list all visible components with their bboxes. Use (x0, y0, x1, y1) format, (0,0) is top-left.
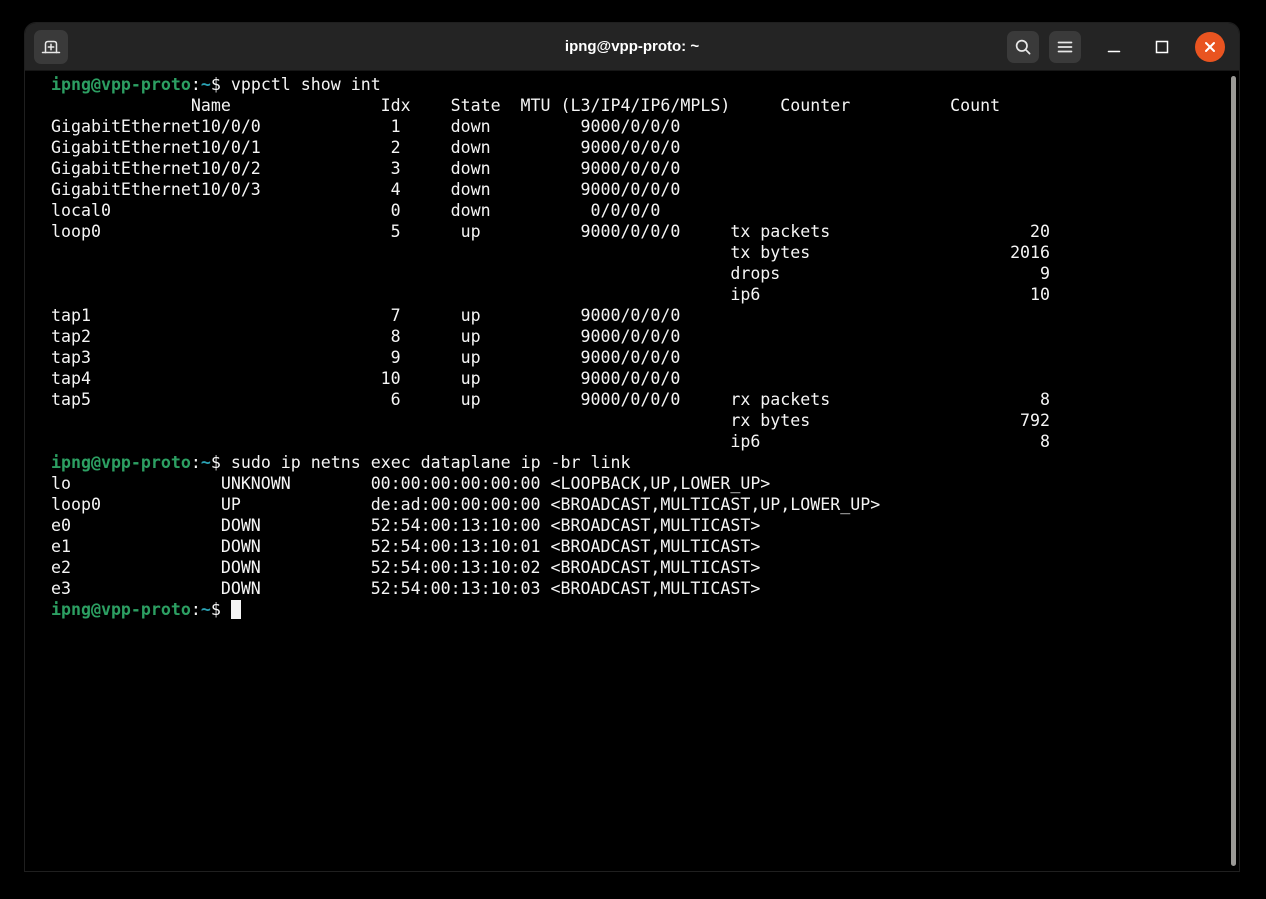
desktop-background: ipng@vpp-proto: ~ (0, 0, 1266, 899)
minimize-button[interactable] (1099, 32, 1129, 62)
terminal-text-segment: rx bytes 792 (51, 411, 1050, 430)
terminal-text-segment: ~ (201, 453, 211, 472)
terminal-text-segment: $ (211, 600, 231, 619)
terminal-line: rx bytes 792 (51, 410, 1239, 431)
terminal-line: GigabitEthernet10/0/3 4 down 9000/0/0/0 (51, 179, 1239, 200)
terminal-text-segment: Name Idx State MTU (L3/IP4/IP6/MPLS) Cou… (51, 96, 1000, 115)
terminal-line: loop0 UP de:ad:00:00:00:00 <BROADCAST,MU… (51, 494, 1239, 515)
terminal-line: e2 DOWN 52:54:00:13:10:02 <BROADCAST,MUL… (51, 557, 1239, 578)
terminal-text-segment: ipng@vpp-proto (51, 453, 191, 472)
terminal-text-segment: ip6 8 (51, 432, 1050, 451)
terminal-line: tap5 6 up 9000/0/0/0 rx packets 8 (51, 389, 1239, 410)
terminal-text-segment: loop0 UP de:ad:00:00:00:00 <BROADCAST,MU… (51, 495, 880, 514)
new-tab-button[interactable] (34, 30, 68, 64)
minimize-icon (1106, 39, 1122, 55)
terminal-line: GigabitEthernet10/0/1 2 down 9000/0/0/0 (51, 137, 1239, 158)
terminal-text-segment: vppctl show int (231, 75, 381, 94)
terminal-text-segment: tap3 9 up 9000/0/0/0 (51, 348, 680, 367)
terminal-text-segment: GigabitEthernet10/0/0 1 down 9000/0/0/0 (51, 117, 680, 136)
terminal-text-segment: GigabitEthernet10/0/1 2 down 9000/0/0/0 (51, 138, 680, 157)
terminal-text-segment: $ (211, 453, 231, 472)
terminal-window: ipng@vpp-proto: ~ (24, 22, 1240, 872)
terminal-text-segment: lo UNKNOWN 00:00:00:00:00:00 <LOOPBACK,U… (51, 474, 770, 493)
terminal-line: e3 DOWN 52:54:00:13:10:03 <BROADCAST,MUL… (51, 578, 1239, 599)
terminal-text-segment: tap5 6 up 9000/0/0/0 rx packets 8 (51, 390, 1050, 409)
terminal-text-segment: $ (211, 75, 231, 94)
terminal-text-segment: e2 DOWN 52:54:00:13:10:02 <BROADCAST,MUL… (51, 558, 760, 577)
terminal-line: loop0 5 up 9000/0/0/0 tx packets 20 (51, 221, 1239, 242)
search-button[interactable] (1007, 31, 1039, 63)
terminal-text-segment: ~ (201, 75, 211, 94)
terminal-text-segment: ~ (201, 600, 211, 619)
terminal-cursor (231, 600, 241, 619)
terminal-line: tap3 9 up 9000/0/0/0 (51, 347, 1239, 368)
terminal-line: ipng@vpp-proto:~$ sudo ip netns exec dat… (51, 452, 1239, 473)
terminal-line: GigabitEthernet10/0/2 3 down 9000/0/0/0 (51, 158, 1239, 179)
terminal-text-segment: drops 9 (51, 264, 1050, 283)
terminal-text-segment: ipng@vpp-proto (51, 75, 191, 94)
terminal-line: tap4 10 up 9000/0/0/0 (51, 368, 1239, 389)
maximize-button[interactable] (1147, 32, 1177, 62)
terminal-text-segment: sudo ip netns exec dataplane ip -br link (231, 453, 631, 472)
terminal-line: ip6 10 (51, 284, 1239, 305)
terminal-output: ipng@vpp-proto:~$ vppctl show int Name I… (25, 71, 1239, 620)
terminal-line: Name Idx State MTU (L3/IP4/IP6/MPLS) Cou… (51, 95, 1239, 116)
terminal-line: tap1 7 up 9000/0/0/0 (51, 305, 1239, 326)
terminal-text-segment: tx bytes 2016 (51, 243, 1050, 262)
terminal-text-segment: tap2 8 up 9000/0/0/0 (51, 327, 680, 346)
terminal-text-segment: : (191, 75, 201, 94)
terminal-text-segment: tap4 10 up 9000/0/0/0 (51, 369, 680, 388)
close-button[interactable] (1195, 32, 1225, 62)
terminal[interactable]: ipng@vpp-proto:~$ vppctl show int Name I… (25, 71, 1239, 872)
hamburger-menu-icon (1055, 37, 1075, 57)
new-tab-icon (40, 36, 62, 58)
terminal-line: tap2 8 up 9000/0/0/0 (51, 326, 1239, 347)
terminal-line: GigabitEthernet10/0/0 1 down 9000/0/0/0 (51, 116, 1239, 137)
maximize-icon (1154, 39, 1170, 55)
terminal-text-segment: : (191, 453, 201, 472)
terminal-line: ip6 8 (51, 431, 1239, 452)
menu-button[interactable] (1049, 31, 1081, 63)
terminal-line: lo UNKNOWN 00:00:00:00:00:00 <LOOPBACK,U… (51, 473, 1239, 494)
scrollbar-thumb[interactable] (1231, 76, 1236, 866)
terminal-text-segment: GigabitEthernet10/0/3 4 down 9000/0/0/0 (51, 180, 680, 199)
terminal-text-segment: e3 DOWN 52:54:00:13:10:03 <BROADCAST,MUL… (51, 579, 760, 598)
terminal-text-segment: e0 DOWN 52:54:00:13:10:00 <BROADCAST,MUL… (51, 516, 760, 535)
terminal-line: ipng@vpp-proto:~$ vppctl show int (51, 74, 1239, 95)
terminal-line: e1 DOWN 52:54:00:13:10:01 <BROADCAST,MUL… (51, 536, 1239, 557)
terminal-line: tx bytes 2016 (51, 242, 1239, 263)
titlebar[interactable]: ipng@vpp-proto: ~ (25, 23, 1239, 71)
terminal-text-segment: ip6 10 (51, 285, 1050, 304)
terminal-line: e0 DOWN 52:54:00:13:10:00 <BROADCAST,MUL… (51, 515, 1239, 536)
terminal-text-segment: ipng@vpp-proto (51, 600, 191, 619)
terminal-text-segment: local0 0 down 0/0/0/0 (51, 201, 660, 220)
terminal-line: drops 9 (51, 263, 1239, 284)
search-icon (1013, 37, 1033, 57)
terminal-line: local0 0 down 0/0/0/0 (51, 200, 1239, 221)
terminal-text-segment: e1 DOWN 52:54:00:13:10:01 <BROADCAST,MUL… (51, 537, 760, 556)
terminal-text-segment: tap1 7 up 9000/0/0/0 (51, 306, 680, 325)
terminal-text-segment: : (191, 600, 201, 619)
close-icon (1202, 39, 1218, 55)
terminal-line: ipng@vpp-proto:~$ (51, 599, 1239, 620)
terminal-text-segment: loop0 5 up 9000/0/0/0 tx packets 20 (51, 222, 1050, 241)
terminal-text-segment: GigabitEthernet10/0/2 3 down 9000/0/0/0 (51, 159, 680, 178)
